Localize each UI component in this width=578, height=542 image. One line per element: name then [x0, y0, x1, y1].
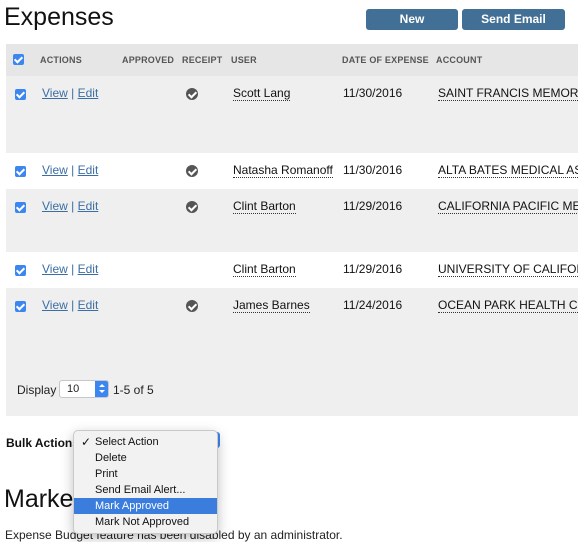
header-account: ACCOUNT: [436, 55, 483, 65]
section-heading: Marke: [4, 485, 74, 513]
menu-item-label: Mark Approved: [95, 500, 169, 512]
table-row: View | Edit Clint Barton 11/29/2016 CALI…: [6, 189, 578, 252]
expense-date: 11/29/2016: [343, 262, 403, 276]
account-name[interactable]: UNIVERSITY OF CALIFORN: [438, 262, 578, 277]
account-name[interactable]: SAINT FRANCIS MEMORIA: [438, 86, 578, 101]
table-row: View | Edit Natasha Romanoff 11/30/2016 …: [6, 153, 578, 189]
view-link[interactable]: View: [42, 298, 68, 312]
menu-item-label: Delete: [95, 452, 127, 464]
page-size-value: 10: [67, 383, 80, 395]
bulk-actions-dropdown[interactable]: ✓ Select Action Delete Print Send Email …: [73, 430, 218, 534]
header-user: USER: [231, 55, 257, 65]
menu-item-label: Select Action: [95, 436, 159, 448]
user-name[interactable]: Clint Barton: [233, 199, 296, 214]
row-checkbox[interactable]: [15, 265, 26, 276]
action-separator: |: [71, 298, 75, 312]
table-row: View | Edit James Barnes 11/24/2016 OCEA…: [6, 288, 578, 368]
account-name[interactable]: CALIFORNIA PACIFIC MED: [438, 199, 578, 214]
new-expense-button[interactable]: New Expense: [366, 9, 458, 47]
account-name[interactable]: OCEAN PARK HEALTH CE: [438, 298, 578, 313]
header-actions: ACTIONS: [40, 55, 82, 65]
chevron-updown-icon: [95, 381, 108, 397]
expense-date: 11/30/2016: [343, 86, 403, 100]
send-email-alert-button[interactable]: Send Email Alert: [462, 9, 565, 47]
row-checkbox[interactable]: [15, 301, 26, 312]
action-separator: |: [71, 262, 75, 276]
view-link[interactable]: View: [42, 86, 68, 100]
menu-item-mark-not-approved[interactable]: Mark Not Approved: [74, 514, 217, 530]
display-label: Display: [17, 383, 57, 397]
user-name[interactable]: Clint Barton: [233, 262, 296, 277]
row-checkbox[interactable]: [15, 89, 26, 100]
header-approved: APPROVED: [122, 55, 175, 65]
expense-date: 11/30/2016: [343, 163, 403, 177]
receipt-check-icon: [186, 165, 198, 177]
page-size-select[interactable]: 10: [59, 380, 109, 398]
edit-link[interactable]: Edit: [78, 262, 99, 276]
action-separator: |: [71, 163, 75, 177]
action-separator: |: [71, 86, 75, 100]
edit-link[interactable]: Edit: [78, 86, 99, 100]
page-title: Expenses: [4, 3, 114, 31]
select-all-checkbox[interactable]: [13, 54, 24, 65]
menu-item-select-action[interactable]: ✓ Select Action: [74, 434, 217, 450]
menu-item-label: Send Email Alert...: [95, 484, 186, 496]
menu-item-label: Print: [95, 468, 118, 480]
view-link[interactable]: View: [42, 163, 68, 177]
view-link[interactable]: View: [42, 262, 68, 276]
receipt-check-icon: [186, 300, 198, 312]
header-date: DATE OF EXPENSE: [342, 55, 429, 65]
menu-item-delete[interactable]: Delete: [74, 450, 217, 466]
receipt-check-icon: [186, 88, 198, 100]
expenses-table: ACTIONS APPROVED RECEIPT USER DATE OF EX…: [6, 44, 578, 416]
action-separator: |: [71, 199, 75, 213]
expense-date: 11/24/2016: [343, 298, 403, 312]
view-link[interactable]: View: [42, 199, 68, 213]
header-receipt: RECEIPT: [182, 55, 223, 65]
menu-item-send-email-alert[interactable]: Send Email Alert...: [74, 482, 217, 498]
account-name[interactable]: ALTA BATES MEDICAL ASS: [438, 163, 578, 178]
table-row: View | Edit Scott Lang 11/30/2016 SAINT …: [6, 76, 578, 153]
edit-link[interactable]: Edit: [78, 298, 99, 312]
edit-link[interactable]: Edit: [78, 199, 99, 213]
user-name[interactable]: James Barnes: [233, 298, 310, 313]
menu-item-mark-approved[interactable]: Mark Approved: [74, 498, 217, 514]
checkmark-icon: ✓: [81, 435, 92, 449]
receipt-check-icon: [186, 201, 198, 213]
user-name[interactable]: Natasha Romanoff: [233, 163, 333, 178]
table-row: View | Edit Clint Barton 11/29/2016 UNIV…: [6, 252, 578, 288]
user-name[interactable]: Scott Lang: [233, 86, 291, 101]
pager-range: 1-5 of 5: [113, 383, 154, 397]
expense-date: 11/29/2016: [343, 199, 403, 213]
menu-item-print[interactable]: Print: [74, 466, 217, 482]
bulk-actions-label: Bulk Actions: [6, 436, 79, 450]
edit-link[interactable]: Edit: [78, 163, 99, 177]
row-checkbox[interactable]: [15, 166, 26, 177]
menu-item-label: Mark Not Approved: [95, 516, 190, 528]
table-header: ACTIONS APPROVED RECEIPT USER DATE OF EX…: [6, 44, 578, 76]
row-checkbox[interactable]: [15, 202, 26, 213]
